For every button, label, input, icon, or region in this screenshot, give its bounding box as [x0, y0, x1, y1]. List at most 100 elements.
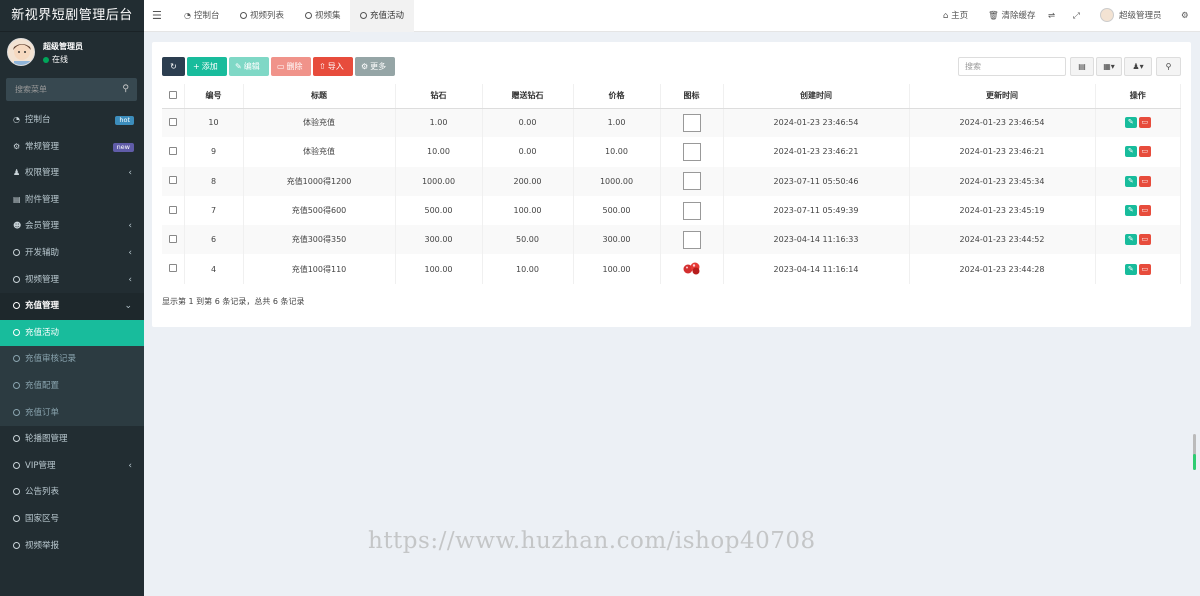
table-row[interactable]: 4 充值100得110 100.00 10.00 100.00 2023-04-…	[162, 254, 1181, 284]
sidebar-item-recharge-review[interactable]: 充值审核记录	[0, 346, 144, 373]
search-icon[interactable]: ⚲	[122, 78, 129, 101]
tab-dashboard[interactable]: ◔ 控制台	[174, 0, 230, 32]
sidebar-item-label: 视频管理	[25, 274, 60, 285]
columns-button[interactable]: ▦▾	[1096, 57, 1122, 76]
admin-user-menu[interactable]: 超级管理员	[1100, 0, 1162, 32]
row-checkbox[interactable]	[168, 176, 177, 185]
select-all-header[interactable]	[162, 84, 185, 109]
select-all-checkbox[interactable]	[168, 90, 177, 99]
sidebar-item-dashboard[interactable]: ◔ 控制台 hot	[0, 107, 144, 134]
row-checkbox[interactable]	[168, 264, 177, 273]
column-header[interactable]: 更新时间	[909, 84, 1096, 109]
table-row[interactable]: 9 体验充值 10.00 0.00 10.00 2024-01-23 23:46…	[162, 137, 1181, 167]
sidebar-item-auth[interactable]: ♟ 权限管理 ‹	[0, 160, 144, 187]
fullscreen-icon[interactable]: ⤢	[1073, 0, 1080, 32]
import-button[interactable]: ⇧ 导入	[313, 57, 353, 76]
cell-price: 1000.00	[573, 166, 661, 196]
row-delete-button[interactable]: ▭	[1138, 175, 1151, 187]
row-checkbox[interactable]	[168, 117, 177, 126]
sidebar-item-label: 控制台	[25, 115, 51, 125]
circle-icon	[13, 408, 20, 416]
more-button[interactable]: ⚙ 更多	[355, 57, 395, 76]
row-edit-button[interactable]: ✎	[1124, 175, 1137, 187]
tab-recharge-activity[interactable]: 充值活动	[350, 0, 415, 32]
pagination-summary: 显示第 1 到第 6 条记录，总共 6 条记录	[162, 297, 305, 306]
dashboard-icon: ◔	[13, 115, 20, 124]
edit-button[interactable]: ✎ 编辑	[229, 57, 269, 76]
table-row[interactable]: 6 充值300得350 300.00 50.00 300.00 2023-04-…	[162, 225, 1181, 255]
home-link[interactable]: ⌂ 主页	[943, 0, 968, 32]
row-delete-button[interactable]: ▭	[1138, 205, 1151, 217]
broken-image-icon[interactable]	[682, 113, 701, 132]
column-header[interactable]: 图标	[660, 84, 724, 109]
red-gems-icon[interactable]	[682, 262, 702, 277]
advanced-search-button[interactable]: ⚲	[1156, 57, 1181, 76]
refresh-button[interactable]: ↻	[162, 57, 185, 76]
row-edit-button[interactable]: ✎	[1124, 146, 1137, 158]
sidebar-item-carousel[interactable]: 轮播图管理	[0, 426, 144, 453]
row-delete-button[interactable]: ▭	[1138, 117, 1151, 129]
sidebar-item-dev[interactable]: 开发辅助 ‹	[0, 240, 144, 267]
cell-diamond: 10.00	[395, 137, 483, 167]
sidebar-item-vip[interactable]: VIP管理 ‹	[0, 453, 144, 480]
translate-icon[interactable]: ⇌	[1048, 0, 1055, 32]
cell-price: 300.00	[573, 225, 661, 255]
cell-bonus: 50.00	[482, 225, 574, 255]
circle-icon	[13, 541, 20, 549]
menu-toggle-icon[interactable]: ☰	[152, 0, 162, 32]
row-delete-button[interactable]: ▭	[1138, 263, 1151, 275]
clear-cache-button[interactable]: 🗑 清除缓存	[988, 0, 1036, 32]
sidebar-item-recharge[interactable]: 充值管理 ⌄	[0, 293, 144, 320]
table-search-input[interactable]: 搜索	[958, 57, 1066, 76]
row-delete-button[interactable]: ▭	[1138, 234, 1151, 246]
user-panel: 超级管理员 在线	[0, 32, 144, 74]
column-header[interactable]: 标题	[243, 84, 396, 109]
row-checkbox[interactable]	[168, 205, 177, 214]
table-row[interactable]: 7 充值500得600 500.00 100.00 500.00 2023-07…	[162, 195, 1181, 226]
tab-video-list[interactable]: 视频列表	[230, 0, 294, 32]
sidebar-item-general[interactable]: ⚙ 常规管理 new	[0, 134, 144, 161]
sidebar-item-video-report[interactable]: 视频举报	[0, 533, 144, 560]
row-checkbox[interactable]	[168, 234, 177, 243]
cell-bonus: 10.00	[482, 254, 574, 284]
app-title: 新视界短剧管理后台	[0, 0, 144, 32]
column-header[interactable]: 钻石	[395, 84, 483, 109]
column-header[interactable]: 编号	[184, 84, 244, 109]
column-header[interactable]: 创建时间	[723, 84, 910, 109]
sidebar-item-recharge-orders[interactable]: 充值订单	[0, 399, 144, 427]
row-edit-button[interactable]: ✎	[1124, 117, 1137, 129]
add-button[interactable]: + 添加	[187, 57, 227, 76]
broken-image-icon[interactable]	[682, 201, 701, 220]
table-row[interactable]: 8 充值1000得1200 1000.00 200.00 1000.00 202…	[162, 166, 1181, 196]
sidebar-item-video[interactable]: 视频管理 ‹	[0, 267, 144, 294]
sidebar-item-recharge-config[interactable]: 充值配置	[0, 372, 144, 400]
column-header[interactable]: 赠送钻石	[482, 84, 574, 109]
broken-image-icon[interactable]	[682, 230, 701, 249]
row-edit-button[interactable]: ✎	[1124, 263, 1137, 275]
sidebar-item-member[interactable]: ☻ 会员管理 ‹	[0, 213, 144, 240]
table-row[interactable]: 10 体验充值 1.00 0.00 1.00 2024-01-23 23:46:…	[162, 108, 1181, 138]
sidebar-item-attachment[interactable]: ▤ 附件管理	[0, 187, 144, 214]
row-edit-button[interactable]: ✎	[1124, 234, 1137, 246]
row-edit-button[interactable]: ✎	[1124, 205, 1137, 217]
chevron-left-icon: ‹	[128, 274, 132, 285]
cell-updated: 2024-01-23 23:46:54	[909, 108, 1096, 138]
column-header[interactable]: 价格	[573, 84, 661, 109]
broken-image-icon[interactable]	[682, 142, 701, 161]
broken-image-icon[interactable]	[682, 172, 701, 191]
sidebar-item-notice[interactable]: 公告列表	[0, 479, 144, 506]
delete-button[interactable]: ▭ 删除	[271, 57, 311, 76]
menu-search-input[interactable]: 搜索菜单 ⚲	[6, 78, 137, 101]
row-checkbox[interactable]	[168, 146, 177, 155]
sidebar-item-label: 公告列表	[25, 487, 60, 498]
tab-video-set[interactable]: 视频集	[295, 0, 351, 32]
sidebar-item-recharge-activity[interactable]: 充值活动	[0, 319, 144, 347]
export-button[interactable]: ♟▾	[1124, 57, 1152, 76]
row-delete-button[interactable]: ▭	[1138, 146, 1151, 158]
settings-icon[interactable]: ⚙	[1181, 0, 1189, 32]
toggle-view-button[interactable]: ▤	[1070, 57, 1094, 76]
scroll-indicator[interactable]	[1193, 434, 1196, 470]
sidebar-item-country-code[interactable]: 国家区号	[0, 506, 144, 533]
circle-icon	[13, 435, 20, 443]
sidebar-item-label: 附件管理	[25, 194, 60, 205]
